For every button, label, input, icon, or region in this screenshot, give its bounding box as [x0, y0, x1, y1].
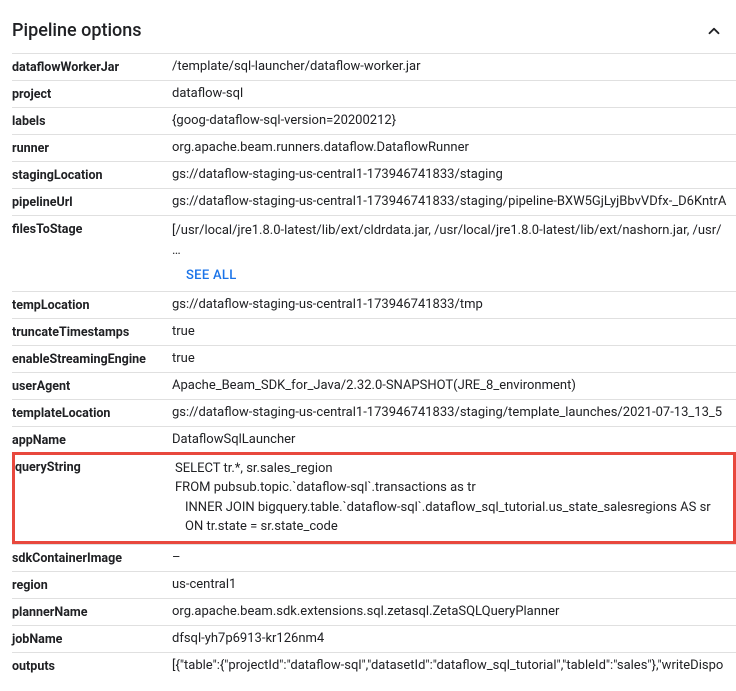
option-key: appName — [12, 432, 172, 448]
query-line: INNER JOIN bigquery.table.`dataflow-sql`… — [175, 498, 729, 518]
option-row: plannerName org.apache.beam.sdk.extensio… — [12, 598, 736, 625]
option-key: runner — [12, 140, 172, 156]
option-key: stagingLocation — [12, 167, 172, 183]
option-value: {goog-dataflow-sql-version=20200212} — [172, 113, 736, 128]
page-title: Pipeline options — [12, 20, 142, 41]
option-row: filesToStage [/usr/local/jre1.8.0-latest… — [12, 215, 736, 291]
option-value: gs://dataflow-staging-us-central1-173946… — [172, 405, 736, 420]
option-value: org.apache.beam.sdk.extensions.sql.zetas… — [172, 604, 736, 619]
option-row-highlighted: queryString SELECT tr.*, sr.sales_region… — [12, 452, 736, 544]
option-row: dataflowWorkerJar /template/sql-launcher… — [12, 53, 736, 80]
ellipsis: … — [172, 243, 181, 258]
option-key: project — [12, 86, 172, 102]
option-value: dataflow-sql — [172, 86, 736, 101]
option-value: /template/sql-launcher/dataflow-worker.j… — [172, 59, 736, 74]
option-key: jobName — [12, 631, 172, 647]
option-key: truncateTimestamps — [12, 324, 172, 340]
option-value: SELECT tr.*, sr.sales_region FROM pubsub… — [175, 459, 733, 537]
option-value: true — [172, 324, 736, 339]
option-value: Apache_Beam_SDK_for_Java/2.32.0-SNAPSHOT… — [172, 378, 736, 393]
option-value: dfsql-yh7p6913-kr126nm4 — [172, 631, 736, 646]
option-row: sdkContainerImage – — [12, 544, 736, 571]
option-value: org.apache.beam.runners.dataflow.Dataflo… — [172, 140, 736, 155]
option-key: userAgent — [12, 378, 172, 394]
option-value: [/usr/local/jre1.8.0-latest/lib/ext/cldr… — [172, 221, 736, 286]
option-value: DataflowSqlLauncher — [172, 432, 736, 447]
option-row: runner org.apache.beam.runners.dataflow.… — [12, 134, 736, 161]
option-value: true — [172, 351, 736, 366]
option-key: filesToStage — [12, 221, 172, 237]
option-row: jobName dfsql-yh7p6913-kr126nm4 — [12, 625, 736, 652]
option-key: templateLocation — [12, 405, 172, 421]
option-row: stagingLocation gs://dataflow-staging-us… — [12, 161, 736, 188]
option-row: project dataflow-sql — [12, 80, 736, 107]
option-value: us-central1 — [172, 577, 736, 592]
query-line: SELECT tr.*, sr.sales_region — [175, 459, 729, 479]
chevron-up-icon — [705, 22, 723, 40]
collapse-toggle[interactable] — [704, 21, 724, 41]
option-row: enableStreamingEngine true — [12, 345, 736, 372]
query-line: ON tr.state = sr.state_code — [175, 517, 729, 537]
option-key: queryString — [15, 459, 175, 475]
section-header: Pipeline options — [12, 12, 736, 53]
see-all-link[interactable]: SEE ALL — [186, 266, 732, 286]
option-row: labels {goog-dataflow-sql-version=202002… — [12, 107, 736, 134]
option-key: pipelineUrl — [12, 194, 172, 210]
option-key: dataflowWorkerJar — [12, 59, 172, 75]
option-key: enableStreamingEngine — [12, 351, 172, 367]
option-row: region us-central1 — [12, 571, 736, 598]
option-row: tempLocation gs://dataflow-staging-us-ce… — [12, 291, 736, 318]
option-row: userAgent Apache_Beam_SDK_for_Java/2.32.… — [12, 372, 736, 399]
option-value: – — [172, 550, 736, 565]
pipeline-options-table: dataflowWorkerJar /template/sql-launcher… — [12, 53, 736, 679]
option-value: gs://dataflow-staging-us-central1-173946… — [172, 297, 736, 312]
option-row: pipelineUrl gs://dataflow-staging-us-cen… — [12, 188, 736, 215]
option-row: truncateTimestamps true — [12, 318, 736, 345]
option-key: outputs — [12, 658, 172, 674]
option-value: [{"table":{"projectId":"dataflow-sql","d… — [172, 658, 736, 673]
value-text: [/usr/local/jre1.8.0-latest/lib/ext/cldr… — [172, 223, 722, 238]
option-row: appName DataflowSqlLauncher — [12, 426, 736, 453]
option-value: gs://dataflow-staging-us-central1-173946… — [172, 167, 736, 182]
option-value: gs://dataflow-staging-us-central1-173946… — [172, 194, 736, 209]
option-row: templateLocation gs://dataflow-staging-u… — [12, 399, 736, 426]
option-row: outputs [{"table":{"projectId":"dataflow… — [12, 652, 736, 679]
option-key: tempLocation — [12, 297, 172, 313]
option-key: region — [12, 577, 172, 593]
query-line: FROM pubsub.topic.`dataflow-sql`.transac… — [175, 478, 729, 498]
option-key: labels — [12, 113, 172, 129]
option-key: sdkContainerImage — [12, 550, 172, 566]
option-key: plannerName — [12, 604, 172, 620]
